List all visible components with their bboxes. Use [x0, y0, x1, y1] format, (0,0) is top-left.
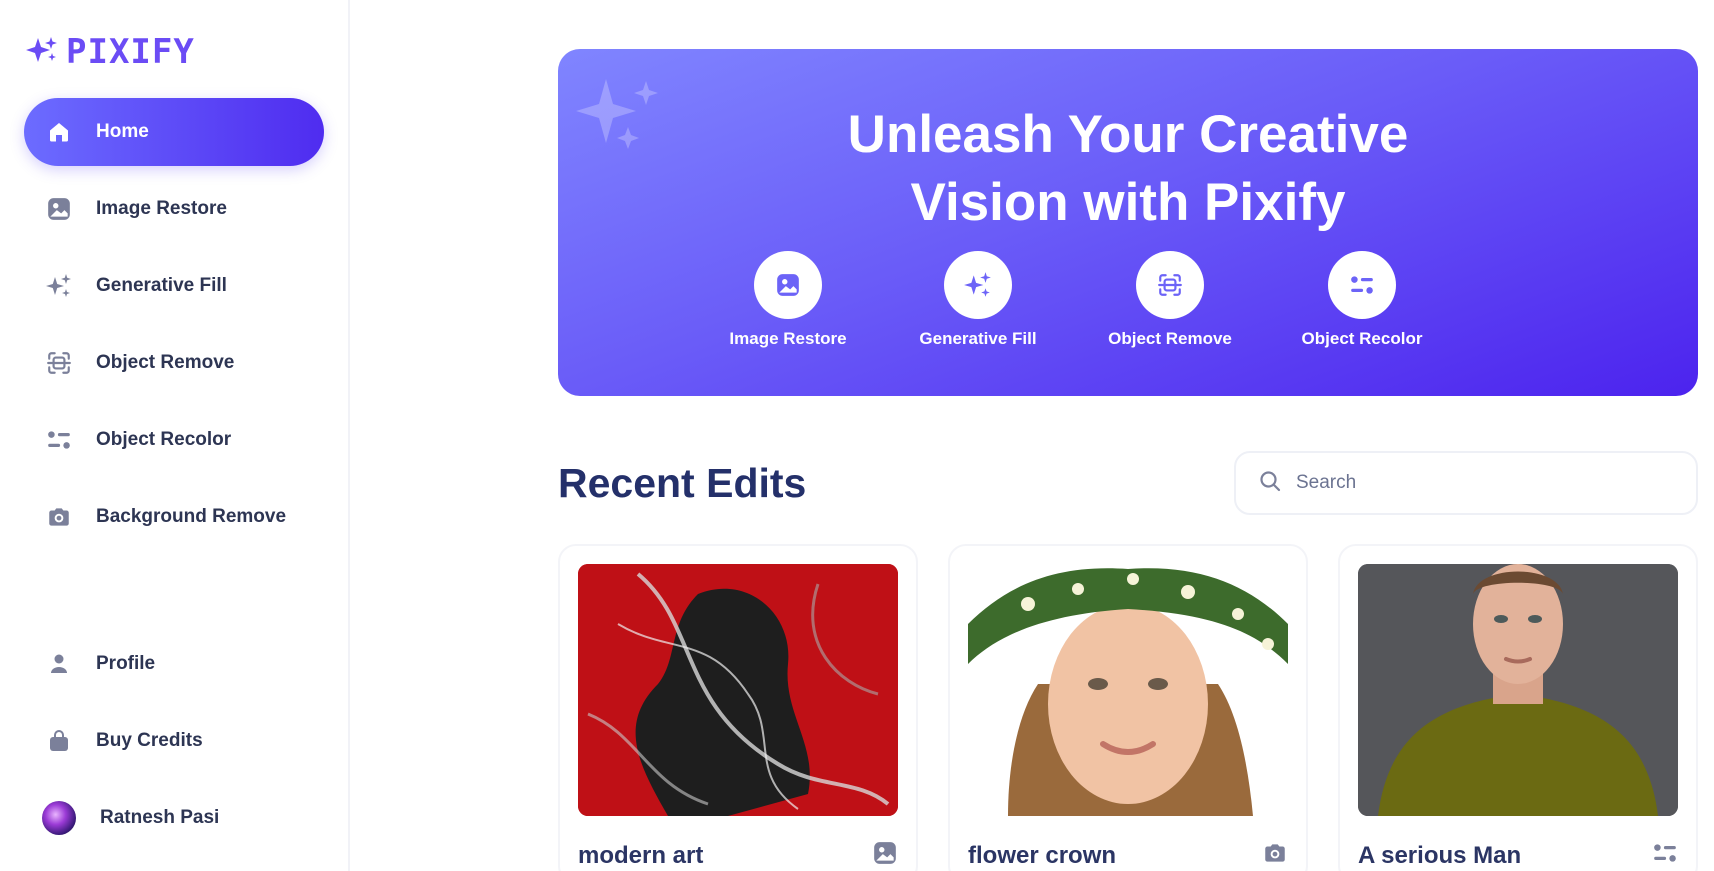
scan-icon [44, 348, 74, 378]
sidebar-item-label: Profile [96, 653, 156, 674]
bag-icon [44, 726, 74, 756]
search-input[interactable] [1296, 472, 1656, 494]
sidebar-bottom-nav: Profile Buy Credits Ratnesh Pasi [24, 630, 324, 861]
sidebar-item-object-remove[interactable]: Object Remove [24, 329, 324, 397]
sidebar-item-object-recolor[interactable]: Object Recolor [24, 406, 324, 474]
hero-actions: Image Restore Generative Fill Object Rem… [558, 251, 1698, 361]
sidebar-item-label: Ratnesh Pasi [100, 807, 220, 828]
hero-title: Unleash Your Creative Vision with Pixify [558, 101, 1698, 237]
card-footer: modern art [578, 840, 898, 871]
edit-card[interactable]: flower crown [948, 544, 1308, 871]
recent-edits-title: Recent Edits [558, 459, 807, 506]
hero-action-image-restore[interactable]: Image Restore [703, 251, 873, 349]
search-box[interactable] [1234, 451, 1698, 515]
sidebar-item-label: Background Remove [96, 506, 287, 527]
hero-action-label: Object Remove [1108, 329, 1232, 348]
sidebar-item-label: Home [96, 121, 149, 142]
recent-edits-grid: modern art flower crown A serious Man [558, 544, 1714, 871]
sidebar-item-label: Object Recolor [96, 429, 232, 450]
card-footer: flower crown [968, 840, 1288, 871]
sidebar-item-user[interactable]: Ratnesh Pasi [24, 784, 324, 852]
sidebar-item-label: Generative Fill [96, 275, 227, 296]
sidebar-item-label: Buy Credits [96, 730, 203, 751]
hero-action-object-remove[interactable]: Object Remove [1085, 251, 1255, 349]
card-image[interactable] [1358, 564, 1678, 816]
logo-sparkle-icon [24, 34, 60, 71]
hero-action-generative-fill[interactable]: Generative Fill [893, 251, 1063, 349]
hero-action-label: Object Recolor [1301, 329, 1423, 348]
sparkles-icon [944, 251, 1012, 319]
card-footer: A serious Man [1358, 840, 1678, 871]
card-title: A serious Man [1358, 841, 1522, 869]
sidebar-item-image-restore[interactable]: Image Restore [24, 175, 324, 243]
sidebar-item-generative-fill[interactable]: Generative Fill [24, 252, 324, 320]
sidebar-item-label: Image Restore [96, 198, 227, 219]
hero-action-label: Image Restore [729, 329, 847, 348]
filter-icon [1328, 251, 1396, 319]
image-icon [44, 194, 74, 224]
hero-title-line-2: Vision with Pixify [910, 173, 1346, 232]
card-image[interactable] [968, 564, 1288, 816]
hero-title-line-1: Unleash Your Creative [847, 105, 1409, 164]
image-icon [754, 251, 822, 319]
main-content: Unleash Your Creative Vision with Pixify… [350, 0, 1714, 871]
image-icon[interactable] [872, 840, 898, 871]
sidebar-nav: Home Image Restore Generative Fill Objec… [24, 98, 324, 551]
hero-action-object-recolor[interactable]: Object Recolor [1277, 251, 1447, 349]
sidebar-item-label: Object Remove [96, 352, 235, 373]
sidebar: PIXIFY Home Image Restore Generative Fil… [0, 0, 350, 871]
sidebar-item-home[interactable]: Home [24, 98, 324, 166]
scan-icon [1136, 251, 1204, 319]
user-icon [44, 649, 74, 679]
hero-action-label: Generative Fill [919, 329, 1037, 348]
logo[interactable]: PIXIFY [24, 28, 324, 76]
home-icon [44, 117, 74, 147]
sparkles-icon [44, 271, 74, 301]
card-image[interactable] [578, 564, 898, 816]
filter-icon [44, 425, 74, 455]
search-icon [1258, 469, 1282, 498]
avatar [42, 801, 76, 835]
camera-icon [44, 502, 74, 532]
edit-card[interactable]: modern art [558, 544, 918, 871]
edit-card[interactable]: A serious Man [1338, 544, 1698, 871]
card-title: modern art [578, 841, 704, 869]
card-title: flower crown [968, 841, 1117, 869]
sidebar-item-background-remove[interactable]: Background Remove [24, 483, 324, 551]
sidebar-item-profile[interactable]: Profile [24, 630, 324, 698]
logo-text: PIXIFY [66, 32, 195, 72]
recent-edits-header: Recent Edits [558, 450, 1698, 516]
filter-icon[interactable] [1652, 840, 1678, 871]
camera-icon[interactable] [1262, 840, 1288, 871]
sidebar-item-buy-credits[interactable]: Buy Credits [24, 707, 324, 775]
hero-banner: Unleash Your Creative Vision with Pixify… [558, 49, 1698, 396]
